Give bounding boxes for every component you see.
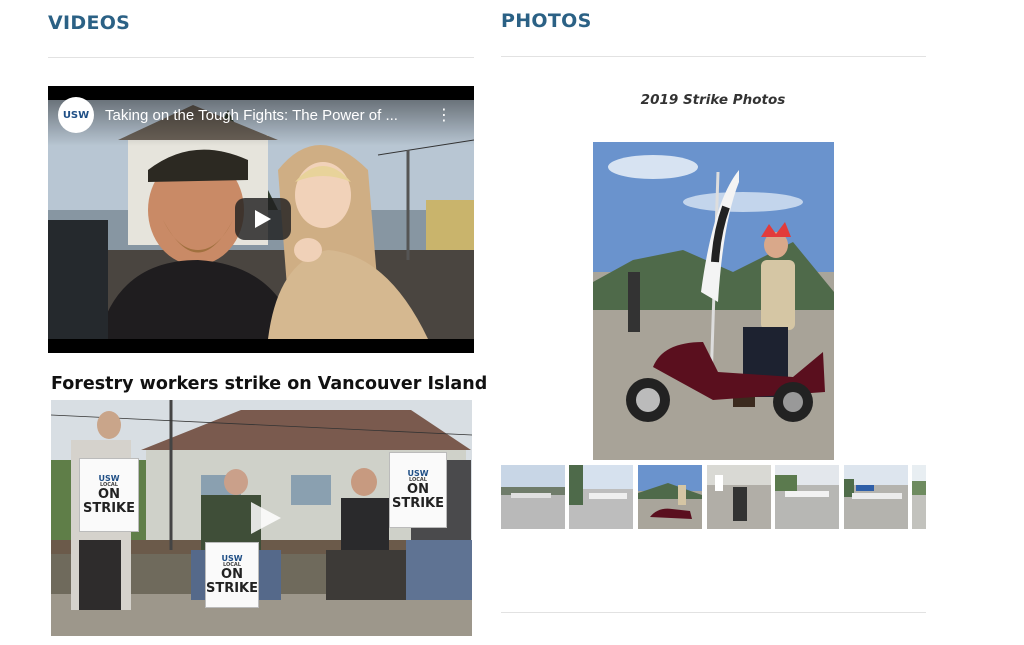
photos-divider [501,56,926,57]
play-icon [255,210,271,228]
channel-logo[interactable]: USW [58,97,94,133]
videos-divider [48,57,474,58]
on-strike-sign: USW LOCAL ON STRIKE [205,542,259,608]
photos-bottom-divider [501,612,926,613]
gallery-thumbnail[interactable] [844,465,908,529]
main-photo-art [593,142,834,460]
photos-heading: PHOTOS [501,10,592,32]
kebab-menu-icon[interactable]: ⋮ [436,106,452,124]
play-icon[interactable] [247,500,283,536]
gallery-thumbnail[interactable] [501,465,565,529]
on-strike-sign: USW LOCAL ON STRIKE [389,452,447,528]
strike-video-title: Forestry workers strike on Vancouver Isl… [51,374,488,394]
videos-heading: VIDEOS [48,12,131,34]
channel-logo-text: USW [62,109,90,121]
play-button[interactable] [235,198,291,240]
sign-strike-text: STRIKE [391,495,445,511]
sign-strike-text: STRIKE [82,500,136,516]
gallery-thumbnail[interactable] [775,465,839,529]
sign-on-text: ON [407,482,429,498]
sign-on-text: ON [98,487,120,503]
gallery-main-photo[interactable] [593,142,834,460]
sign-strike-text: STRIKE [205,580,259,596]
gallery-thumbnail[interactable] [638,465,702,529]
gallery-thumbnail-strip[interactable] [501,465,926,530]
on-strike-sign: USW LOCAL ON STRIKE [79,458,139,532]
gallery-thumbnail[interactable] [569,465,633,529]
strike-video-thumbnail[interactable]: USW LOCAL ON STRIKE USW LOCAL ON STRIKE … [51,400,472,636]
video-title[interactable]: Taking on the Tough Fights: The Power of… [105,107,425,124]
gallery-caption: 2019 Strike Photos [640,92,786,108]
sign-on-text: ON [221,567,243,583]
gallery-thumbnail[interactable] [707,465,771,529]
youtube-embed[interactable]: USW Taking on the Tough Fights: The Powe… [48,86,474,353]
gallery-thumbnail[interactable] [912,465,926,529]
